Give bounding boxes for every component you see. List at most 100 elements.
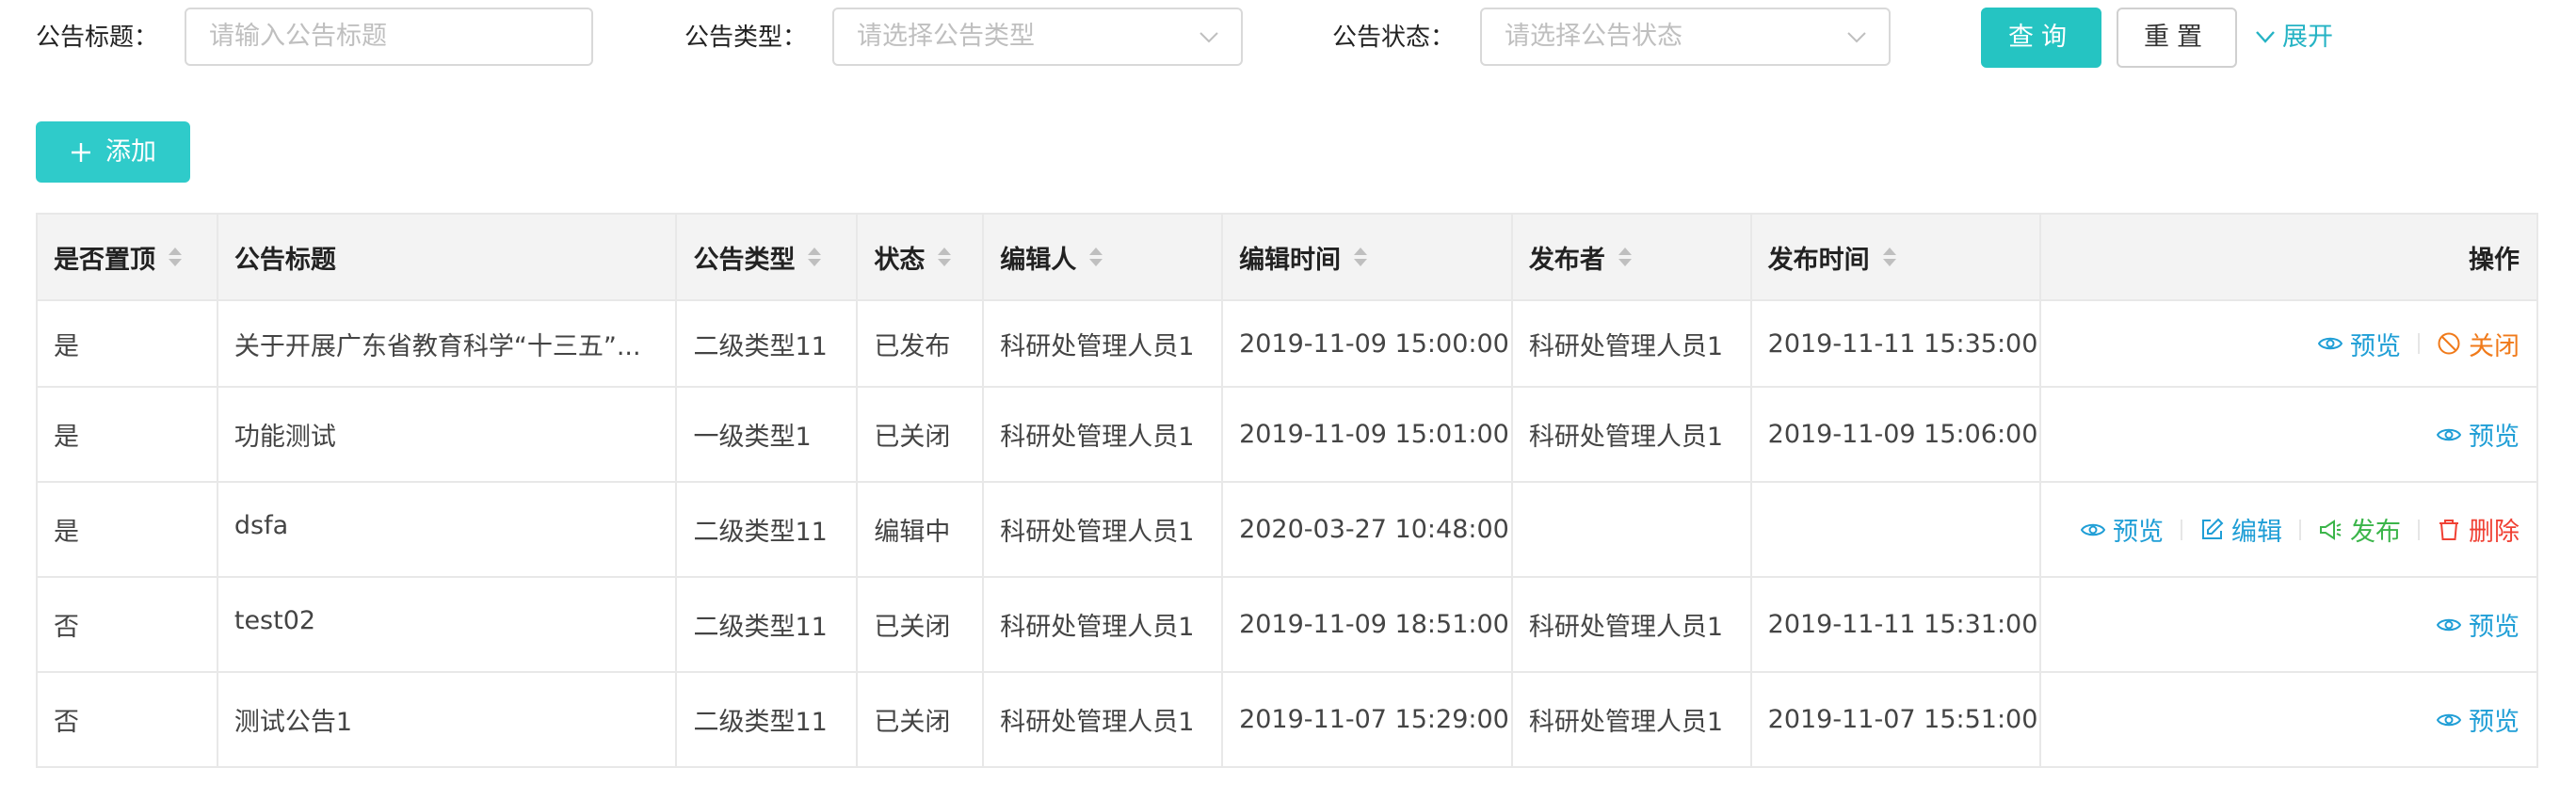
delete-button[interactable]: 删除 [2437,511,2520,548]
edit-time-cell: 2019-11-09 15:01:00 [1223,388,1513,483]
column-header-label: 发布者 [1528,245,1605,275]
publish-button[interactable]: 发布 [2318,511,2401,548]
actions-cell: 预览 [2041,578,2538,673]
actions-cell: 预览 [2041,673,2538,768]
column-header-label: 编辑人 [1000,245,1077,275]
column-header-status[interactable]: 状态 [858,215,985,301]
edit-button[interactable]: 编辑 [2199,511,2282,548]
column-header-label: 编辑时间 [1239,245,1342,275]
publish-time-cell: 2019-11-11 15:35:00 [1751,301,2042,388]
preview-button[interactable]: 预览 [2437,416,2520,453]
column-header-label: 公告类型 [693,245,796,275]
sort-icon[interactable] [938,248,952,266]
table-row: 是 dsfa 二级类型11 编辑中 科研处管理人员1 2020-03-27 10… [38,483,2538,578]
preview-button[interactable]: 预览 [2318,326,2401,362]
status-filter-label: 公告状态： [1332,24,1456,52]
publish-time-cell: 2019-11-11 15:31:00 [1751,578,2042,673]
sort-icon[interactable] [1354,248,1368,266]
type-filter-placeholder: 请选择公告类型 [857,22,1035,51]
sort-icon[interactable] [1618,248,1632,266]
preview-button[interactable]: 预览 [2437,606,2520,643]
status-cell: 已关闭 [858,673,985,768]
table-row: 是 功能测试 一级类型1 已关闭 科研处管理人员1 2019-11-09 15:… [38,388,2538,483]
pinned-cell: 是 [38,483,218,578]
table-row: 否 test02 二级类型11 已关闭 科研处管理人员1 2019-11-09 … [38,578,2538,673]
preview-label: 预览 [2113,518,2164,547]
table-row: 是 关于开展广东省教育科学“十三五”... 二级类型11 已发布 科研处管理人员… [38,301,2538,388]
preview-label: 预览 [2469,613,2520,642]
type-filter-label: 公告类型： [684,24,808,52]
query-button[interactable]: 查询 [1981,8,2101,68]
status-cell: 已关闭 [858,388,985,483]
edit-time-cell: 2019-11-09 18:51:00 [1223,578,1513,673]
title-cell: 测试公告1 [217,673,678,768]
column-header-label: 公告标题 [233,245,336,275]
close-label: 关闭 [2469,331,2520,361]
eye-icon [2437,618,2461,631]
sort-icon[interactable] [808,248,822,266]
table-header-row: 是否置顶 公告标题 公告类型 状态 编辑人 编辑时间 发布者 发布时间 操作 [38,215,2538,301]
edit-label: 编辑 [2231,518,2282,547]
column-header-actions: 操作 [2041,215,2538,301]
pinned-cell: 否 [38,673,218,768]
publish-time-cell: 2019-11-07 15:51:00 [1751,673,2042,768]
editor-cell: 科研处管理人员1 [984,578,1224,673]
publish-time-cell: 2019-11-09 15:06:00 [1751,388,2042,483]
status-filter-select[interactable]: 请选择公告状态 [1480,8,1891,66]
trash-icon [2439,519,2458,540]
column-header-publisher[interactable]: 发布者 [1512,215,1752,301]
pinned-cell: 否 [38,578,218,673]
announcement-table: 是否置顶 公告标题 公告类型 状态 编辑人 编辑时间 发布者 发布时间 操作 是… [36,213,2538,768]
publisher-cell: 科研处管理人员1 [1512,578,1752,673]
title-filter-label: 公告标题： [36,24,159,52]
pinned-cell: 是 [38,301,218,388]
table-row: 否 测试公告1 二级类型11 已关闭 科研处管理人员1 2019-11-07 1… [38,673,2538,768]
column-header-edit-time[interactable]: 编辑时间 [1223,215,1513,301]
sort-icon[interactable] [1882,248,1896,266]
type-filter-select[interactable]: 请选择公告类型 [832,8,1243,66]
title-cell: 功能测试 [217,388,678,483]
actions-cell: 预览 [2041,388,2538,483]
column-header-type[interactable]: 公告类型 [677,215,859,301]
title-cell: 关于开展广东省教育科学“十三五”... [217,301,678,388]
column-header-title: 公告标题 [217,215,678,301]
type-cell: 二级类型11 [677,301,859,388]
editor-cell: 科研处管理人员1 [984,301,1224,388]
preview-button[interactable]: 预览 [2081,511,2164,548]
preview-button[interactable]: 预览 [2437,701,2520,738]
publish-time-cell [1751,483,2042,578]
edit-time-cell: 2020-03-27 10:48:00 [1223,483,1513,578]
preview-label: 预览 [2350,331,2401,361]
edit-icon [2202,518,2224,539]
column-header-publish-time[interactable]: 发布时间 [1751,215,2042,301]
add-button[interactable]: 添加 [36,121,190,183]
chevron-down-icon [1199,32,1218,43]
plus-icon [72,143,90,162]
publisher-cell: 科研处管理人员1 [1512,673,1752,768]
eye-icon [2437,713,2461,726]
title-filter-input[interactable]: 请输入公告标题 [185,8,593,66]
eye-icon [2318,337,2343,350]
title-cell: dsfa [217,483,678,578]
ban-icon [2438,332,2460,355]
status-filter-placeholder: 请选择公告状态 [1505,22,1682,51]
actions-cell: 预览 关闭 [2041,301,2538,388]
column-header-editor[interactable]: 编辑人 [984,215,1224,301]
actions-cell: 预览 编辑 发布 删除 [2041,483,2538,578]
expand-filters-link[interactable]: 展开 [2254,17,2333,58]
edit-time-cell: 2019-11-09 15:00:00 [1223,301,1513,388]
title-cell: test02 [217,578,678,673]
column-header-pinned[interactable]: 是否置顶 [38,215,218,301]
editor-cell: 科研处管理人员1 [984,483,1224,578]
column-header-label: 发布时间 [1767,245,1870,275]
publisher-cell [1512,483,1752,578]
editor-cell: 科研处管理人员1 [984,388,1224,483]
close-button[interactable]: 关闭 [2437,326,2520,362]
sort-icon[interactable] [169,248,182,266]
reset-button[interactable]: 重置 [2117,8,2237,68]
column-header-label: 状态 [874,245,926,275]
sort-icon[interactable] [1089,248,1103,266]
eye-icon [2437,428,2461,440]
chevron-down-icon [1847,32,1866,43]
chevron-down-icon [2256,31,2275,43]
